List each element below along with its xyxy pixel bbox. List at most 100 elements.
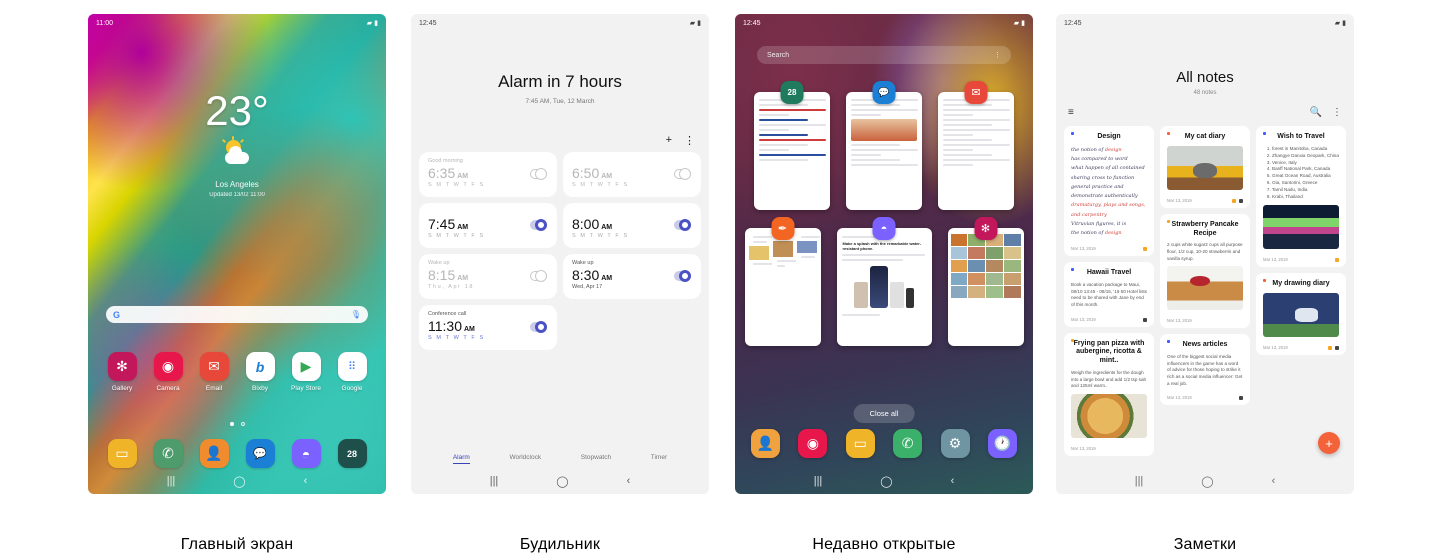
phone-icon[interactable]: ✆ [893,429,923,458]
page-indicator[interactable] [88,422,386,426]
recent-card-notes[interactable]: ✒ [744,217,821,346]
my-files-icon[interactable]: ▭ [845,429,875,458]
note-card-travel[interactable]: Wish to Travel forest in Manitoba, Canad… [1256,126,1346,267]
recent-card-gallery[interactable]: ✻ [947,217,1024,346]
app-play-store[interactable]: ▶ Play Store [286,352,326,392]
add-alarm-button[interactable]: + [666,134,672,147]
app-email[interactable]: ✉ Email [194,352,234,392]
search-icon[interactable]: 🔍 [1310,107,1322,118]
back-button[interactable]: ‹ [627,475,631,487]
alarm-item[interactable]: Wake up 8:30 AM Wed, Apr 17 [563,254,701,299]
app-google-folder[interactable]: ⠿ Google [332,352,372,392]
mic-icon[interactable]: 🎙 [351,310,361,319]
calendar-icon: 28 [780,81,804,104]
alarm-item[interactable]: 8:00 AM S M T W T F S [563,203,701,248]
play-store-icon: ▶ [291,352,321,381]
weather-widget[interactable]: 23° Los Angeles Updated 13/02 11:00 [88,90,386,199]
home-button[interactable]: ◯ [233,475,245,488]
gallery-icon: ✻ [107,352,137,381]
alarm-item[interactable]: 7:45 AM S M T W T F S [419,203,557,248]
battery-icon: ▮ [1021,20,1025,27]
recent-card-calendar[interactable]: 28 [754,81,830,210]
tab-timer[interactable]: Timer [651,454,667,464]
tab-alarm[interactable]: Alarm [452,454,470,464]
alarm-toggle[interactable] [674,168,691,180]
recent-card-email[interactable]: ✉ [938,81,1014,210]
hamburger-menu-icon[interactable]: ≡ [1068,107,1074,118]
home-button[interactable]: ◯ [556,475,568,488]
alarm-days: S M T W T F S [572,182,629,189]
more-options-icon[interactable]: ⋮ [994,51,1001,59]
recents-button[interactable]: ||| [490,475,499,487]
alarm-toggle[interactable] [530,219,547,231]
note-color-dot [1263,278,1266,282]
app-gallery[interactable]: ✻ Gallery [102,352,142,392]
note-list-item: Zhangye Danxia Geopark, China [1272,153,1339,160]
note-card-hawaii[interactable]: Hawaii Travel Book a vacation package to… [1064,262,1154,327]
close-all-button[interactable]: Close all [853,404,915,423]
alarm-toggle[interactable] [530,168,547,180]
alarm-toggle[interactable] [674,270,691,282]
status-icons: ▰ ▮ [367,19,378,27]
note-card-cat[interactable]: My cat diary Mar 13, 2019 [1160,126,1250,208]
app-label: Camera [156,385,180,392]
alarm-toggle[interactable] [530,270,547,282]
back-button[interactable]: ‹ [951,475,955,487]
notes-icon: ✒ [771,217,794,240]
more-options-icon[interactable]: ⋮ [1332,107,1342,118]
clock-icon[interactable]: 🕐 [987,429,1017,458]
google-search-bar[interactable]: G 🎙 [106,306,368,323]
dock-internet[interactable]: ◓ [286,439,326,468]
note-card-design[interactable]: Design the notion of design has compared… [1064,126,1154,257]
dock-contacts[interactable]: 👤 [194,439,234,468]
alarm-toggle[interactable] [674,219,691,231]
add-note-fab[interactable]: + [1318,432,1340,454]
tab-worldclock[interactable]: Worldclock [509,454,541,464]
note-title: Frying pan pizza with aubergine, ricotta… [1073,339,1145,365]
device-screen-home: 11:00 ▰ ▮ 23° Los Angeles Updated 13/02 … [88,14,386,494]
app-camera[interactable]: ◉ Camera [148,352,188,392]
more-options-icon[interactable]: ⋮ [684,134,695,147]
recent-card-row: ✒ ◓ Make a splash with the remarkable wa… [735,217,1033,346]
recents-search-bar[interactable]: Search ⋮ [757,46,1011,64]
alarm-item[interactable]: Wake up 8:15 AM Thu, Apr 18 [419,254,557,299]
recent-card-messages[interactable]: 💬 [846,81,922,210]
recents-button[interactable]: ||| [814,475,823,487]
contacts-icon[interactable]: 👤 [751,429,780,458]
note-image-pizza [1071,393,1147,438]
alarm-item[interactable]: 6:50 AM S M T W T F S [563,152,701,197]
recents-button[interactable]: ||| [1135,475,1144,487]
home-button[interactable]: ◯ [880,475,892,488]
tab-stopwatch[interactable]: Stopwatch [581,454,611,464]
back-button[interactable]: ‹ [304,475,308,487]
note-color-dot [1167,340,1170,344]
note-body: Book a vacation package to Maui, 08/10 1… [1071,282,1147,307]
app-bixby[interactable]: b Bixby [240,352,280,392]
note-card-drawing[interactable]: My drawing diary Mar 13, 2019 [1256,272,1346,355]
dock-phone[interactable]: ✆ [148,439,188,468]
alarm-item[interactable]: Good morning 6:35 AM S M T W T F S [419,152,557,197]
note-card-pizza[interactable]: Frying pan pizza with aubergine, ricotta… [1064,332,1154,456]
camera-icon[interactable]: ◉ [798,429,828,458]
back-button[interactable]: ‹ [1272,475,1276,487]
note-card-pancake[interactable]: Strawberry Pancake Recipe 2 cups white s… [1160,213,1250,329]
recent-cards: 28 💬 ✉ ✒ ◓ Make a splash with the remark… [735,81,1033,346]
alarm-item[interactable]: Conference call 11:30 AM S M T W T F S [419,305,557,350]
note-title: Strawberry Pancake Recipe [1171,220,1239,237]
alarm-toggle[interactable] [530,321,547,333]
alarm-days: Wed, Apr 17 [572,284,603,291]
recent-card-internet[interactable]: ◓ Make a splash with the remarkable wate… [836,217,932,346]
home-button[interactable]: ◯ [1201,475,1213,488]
recents-button[interactable]: ||| [167,475,176,487]
dock-messages[interactable]: 💬 [240,439,280,468]
caption-alarm: Будильник [519,536,601,553]
note-list: forest in Manitoba, Canada Zhangye Danxi… [1263,146,1339,201]
note-card-news[interactable]: News articles One of the biggest social … [1160,334,1250,406]
note-list-item: Oia, Santorini, Greece [1272,180,1339,187]
dock-calendar[interactable]: 28 [332,439,372,468]
wifi-icon: ▰ [1013,20,1020,27]
alarm-name: Wake up [572,260,594,266]
dock-my-files[interactable]: ▭ [102,439,142,468]
device-screen-notes: 12:45 ▰ ▮ All notes 48 notes ≡ 🔍 ⋮ Desig… [1056,14,1354,494]
settings-icon[interactable]: ⚙ [940,429,970,458]
